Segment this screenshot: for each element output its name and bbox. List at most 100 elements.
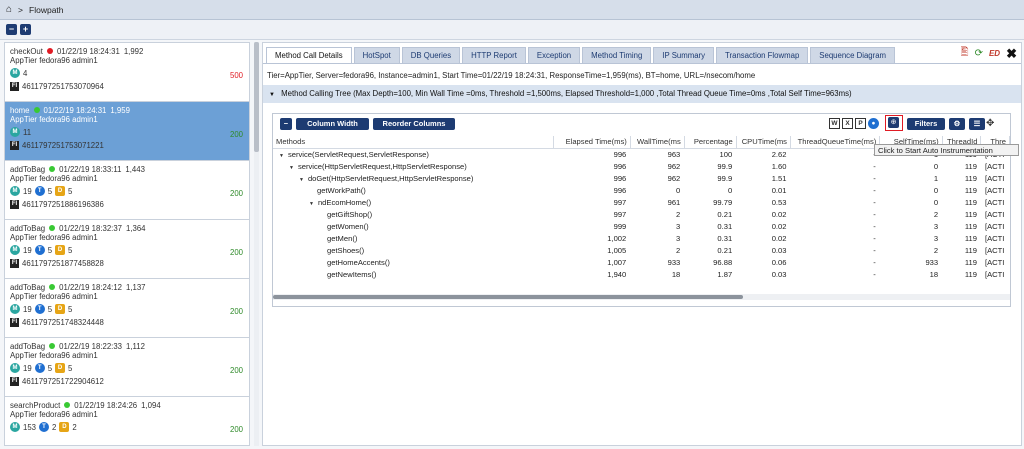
cell-state: [ACTI: [984, 185, 1005, 195]
cell-tid: 119: [964, 161, 977, 171]
tab-hotspot[interactable]: HotSpot: [353, 47, 400, 63]
cell-self: 1: [933, 173, 939, 183]
columns-icon[interactable]: ☰: [969, 118, 985, 130]
cell-state: [ACTI: [984, 233, 1005, 243]
table-row[interactable]: ▼ ndEcomHome() 997 961 99.79 0.53 - 0 119 [ACTI: [273, 196, 1010, 208]
tab-icons: 🖺 ⟳ ED ✖: [961, 45, 1017, 62]
column-header[interactable]: ThreadQueueTime(ms): [790, 136, 881, 149]
method-count-icon: M: [10, 422, 20, 432]
flowpath-datetime: 01/22/19 18:22:33: [59, 341, 122, 351]
cell-pct: 0.31: [717, 221, 733, 231]
flowpath-tier: AppTier: [10, 115, 38, 124]
flowpath-item[interactable]: checkOut 01/22/19 18:24:31 1,992 AppTier…: [5, 43, 249, 102]
minus-icon[interactable]: −: [6, 24, 17, 35]
flowpath-datetime: 01/22/19 18:24:26: [74, 400, 138, 410]
column-header[interactable]: Methods: [273, 136, 554, 149]
breadcrumb-title[interactable]: Flowpath: [29, 5, 64, 15]
flowpath-item[interactable]: addToBag 01/22/19 18:33:11 1,443 AppTier…: [5, 161, 249, 220]
column-header[interactable]: CPUTime(ms: [736, 136, 791, 149]
table-row[interactable]: getHomeAccents() 1,007 933 96.88 0.06 - 933 119…: [273, 256, 1010, 268]
flowpath-badges: M 19 T 5 D 5: [10, 303, 244, 315]
left-scrollbar[interactable]: [254, 42, 259, 446]
filters-button[interactable]: Filters: [907, 118, 945, 130]
table-row[interactable]: getShoes() 1,005 2 0.21 0.03 - 2 119 [ACTI: [273, 244, 1010, 256]
word-export-icon[interactable]: W: [829, 118, 840, 129]
report-icon[interactable]: 🖺: [961, 45, 969, 62]
cell-cpu: 1.51: [771, 173, 787, 183]
badge-value: 153: [23, 422, 37, 432]
tab-db-queries[interactable]: DB Queries: [401, 47, 461, 63]
globe-icon[interactable]: ●: [868, 118, 879, 129]
flowpath-name[interactable]: searchProduct: [10, 401, 60, 410]
cell-pct: 99.79: [713, 197, 733, 207]
cell-cpu: 0.01: [771, 185, 787, 195]
flowpath-item[interactable]: searchProduct 01/22/19 18:24:26 1,094 Ap…: [5, 397, 249, 445]
cell-self: 0: [933, 161, 939, 171]
column-header[interactable]: Elapsed Time(ms): [553, 136, 631, 149]
flowpath-item[interactable]: addToBag 01/22/19 18:32:37 1,364 AppTier…: [5, 220, 249, 279]
table-row[interactable]: getWomen() 999 3 0.31 0.02 - 3 119 [ACTI: [273, 220, 1010, 232]
collapse-all-button[interactable]: −: [280, 118, 292, 130]
tab-http-report[interactable]: HTTP Report: [462, 47, 526, 63]
cell-tid: 119: [964, 233, 977, 243]
tab-exception[interactable]: Exception: [527, 47, 581, 63]
tab-method-call-details[interactable]: Method Call Details: [266, 47, 352, 63]
expand-triangle-icon[interactable]: ▼: [289, 165, 294, 171]
table-row[interactable]: ▼ service(HttpServletRequest,HttpServletR…: [273, 160, 1010, 172]
cell-state: [ACTI: [984, 197, 1005, 207]
tab-ip-summary[interactable]: IP Summary: [653, 47, 715, 63]
table-row[interactable]: getNewItems() 1,940 18 1.87 0.03 - 18 119 [ACTI: [273, 268, 1010, 280]
breadcrumb: ⌂ > Flowpath: [0, 0, 1024, 20]
flowpath-item[interactable]: addToBag 01/22/19 18:24:12 1,137 AppTier…: [5, 279, 249, 338]
expand-triangle-icon[interactable]: ▼: [299, 177, 304, 183]
home-icon[interactable]: ⌂: [6, 4, 12, 15]
pdf-export-icon[interactable]: P: [855, 118, 866, 129]
flowpath-item[interactable]: addToBag 01/22/19 18:22:33 1,112 AppTier…: [5, 338, 249, 397]
flowpath-name[interactable]: home: [10, 106, 30, 115]
tab-transaction-flowmap[interactable]: Transaction Flowmap: [716, 47, 809, 63]
refresh-icon[interactable]: ⟳: [975, 48, 983, 59]
column-header[interactable]: Percentage: [684, 136, 737, 149]
flowpath-tier: AppTier: [10, 56, 38, 65]
flowpath-instance: admin1: [72, 174, 98, 183]
collapse-triangle-icon[interactable]: ▼: [269, 92, 275, 98]
grid-horizontal-scrollbar[interactable]: [273, 294, 1010, 300]
reorder-columns-button[interactable]: Reorder Columns: [373, 118, 455, 130]
plus-icon[interactable]: +: [20, 24, 31, 35]
flowpath-id: 4611797251753070964: [22, 81, 104, 91]
flowpath-name[interactable]: addToBag: [10, 165, 45, 174]
table-row[interactable]: getWorkPath() 996 0 0 0.01 - 0 119 [ACTI: [273, 184, 1010, 196]
badge-value: 2: [52, 422, 57, 432]
cell-state: [ACTI: [984, 173, 1005, 183]
ed-icon[interactable]: ED: [989, 49, 1000, 58]
excel-export-icon[interactable]: X: [842, 118, 853, 129]
expand-triangle-icon[interactable]: ▼: [309, 201, 314, 207]
status-code: 200: [229, 248, 243, 257]
tree-header[interactable]: ▼ Method Calling Tree (Max Depth=100, Mi…: [263, 85, 1021, 103]
expand-triangle-icon[interactable]: ▼: [279, 153, 284, 159]
auto-instrumentation-button[interactable]: ⊕: [885, 115, 903, 131]
badge-value: 4: [23, 68, 28, 78]
column-width-button[interactable]: Column Width: [296, 118, 369, 130]
column-header[interactable]: WallTime(ms: [630, 136, 685, 149]
cell-wall: 963: [667, 149, 681, 159]
flowpath-name[interactable]: addToBag: [10, 283, 45, 292]
method-count-icon: M: [10, 363, 20, 373]
tab-method-timing[interactable]: Method Timing: [582, 47, 652, 63]
table-row[interactable]: getMen() 1,002 3 0.31 0.02 - 3 119 [ACTI: [273, 232, 1010, 244]
close-icon[interactable]: ✖: [1006, 46, 1017, 62]
table-row[interactable]: ▼ doGet(HttpServletRequest,HttpServletRes…: [273, 172, 1010, 184]
table-row[interactable]: getGiftShop() 997 2 0.21 0.02 - 2 119 [ACTI: [273, 208, 1010, 220]
tab-sequence-diagram[interactable]: Sequence Diagram: [810, 47, 896, 63]
flowpath-name[interactable]: addToBag: [10, 342, 45, 351]
move-icon[interactable]: ✥: [986, 118, 994, 129]
left-scrollbar-thumb[interactable]: [254, 42, 259, 152]
flowpath-name[interactable]: checkOut: [10, 47, 43, 56]
flowpath-name[interactable]: addToBag: [10, 224, 45, 233]
settings-icon[interactable]: ⚙: [949, 118, 965, 130]
flowpath-item[interactable]: home 01/22/19 18:24:31 1,959 AppTier fed…: [5, 102, 249, 161]
badge-value: 5: [68, 186, 73, 196]
method-tree-grid: − Column Width Reorder Columns W X P ● ⊕…: [272, 113, 1011, 307]
badge-value: 19: [23, 245, 32, 255]
grid-scrollbar-thumb[interactable]: [273, 295, 743, 299]
